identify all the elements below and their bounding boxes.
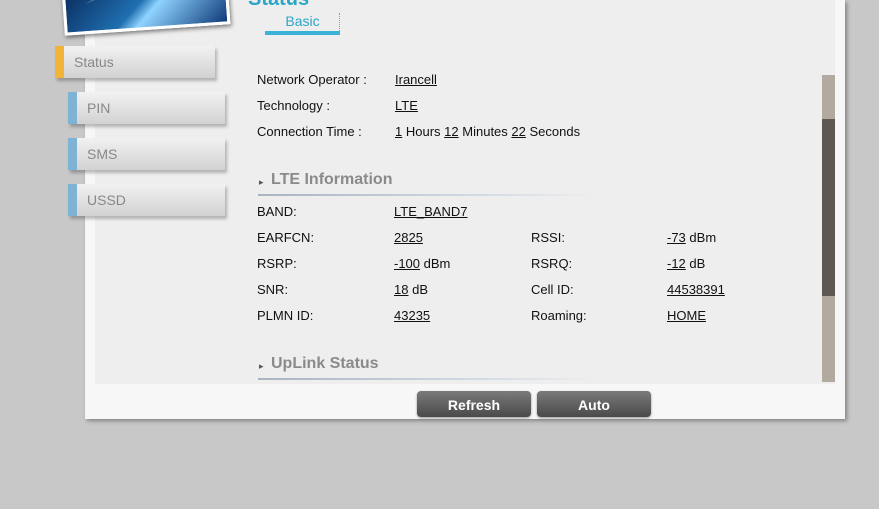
refresh-button[interactable]: Refresh xyxy=(417,391,531,417)
sidebar-item-sms[interactable]: SMS xyxy=(68,138,225,170)
connection-minutes: 12 xyxy=(444,124,459,139)
rsrp-value: -100 dBm xyxy=(394,256,450,271)
connection-hours: 1 xyxy=(395,124,403,139)
rsrp-number: -100 xyxy=(394,256,421,271)
tab-basic[interactable]: Basic xyxy=(265,13,340,33)
seconds-unit: Seconds xyxy=(529,124,581,139)
rsrp-unit: dBm xyxy=(423,256,451,271)
rssi-value: -73 dBm xyxy=(667,230,716,245)
page-title: Status xyxy=(248,0,309,11)
technology-value: LTE xyxy=(395,98,418,113)
section-arrow-icon: ▸ xyxy=(259,177,264,187)
tab-active-indicator xyxy=(265,31,340,35)
connection-seconds: 22 xyxy=(511,124,526,139)
connection-time-value: 1 Hours 12 Minutes 22 Seconds xyxy=(395,124,580,139)
uplink-section-divider xyxy=(258,378,598,380)
network-operator-label: Network Operator : xyxy=(257,72,367,87)
auto-button[interactable]: Auto xyxy=(537,391,651,417)
band-value: LTE_BAND7 xyxy=(394,204,468,219)
roaming-label: Roaming: xyxy=(531,308,587,323)
cell-id-value: 44538391 xyxy=(667,282,725,297)
roaming-value: HOME xyxy=(667,308,706,323)
sidebar-item-pin[interactable]: PIN xyxy=(68,92,225,124)
uplink-section-title: UpLink Status xyxy=(271,355,379,372)
lte-section-title: LTE Information xyxy=(271,171,393,188)
rsrq-unit: dB xyxy=(689,256,706,271)
plmn-id-label: PLMN ID: xyxy=(257,308,314,323)
hours-unit: Hours xyxy=(405,124,441,139)
rssi-number: -73 xyxy=(667,230,686,245)
tab-separator xyxy=(339,13,340,31)
sidebar-item-status[interactable]: Status xyxy=(55,46,215,78)
sidebar-item-ussd[interactable]: USSD xyxy=(68,184,225,216)
band-label: BAND: xyxy=(257,204,297,219)
snr-unit: dB xyxy=(412,282,428,297)
snr-label: SNR: xyxy=(257,282,289,297)
rssi-unit: dBm xyxy=(689,230,717,245)
technology-label: Technology : xyxy=(257,98,330,113)
minutes-unit: Minutes xyxy=(462,124,508,139)
network-operator-value: Irancell xyxy=(395,72,437,87)
earfcn-value: 2825 xyxy=(394,230,423,245)
snr-value: 18 dB xyxy=(394,282,428,297)
lte-section-divider xyxy=(258,194,598,196)
plmn-id-value: 43235 xyxy=(394,308,431,323)
rsrq-label: RSRQ: xyxy=(531,256,573,271)
earfcn-label: EARFCN: xyxy=(257,230,315,245)
connection-time-label: Connection Time : xyxy=(257,124,362,139)
section-arrow-icon: ▸ xyxy=(259,361,264,371)
rssi-label: RSSI: xyxy=(531,230,565,245)
rsrq-number: -12 xyxy=(667,256,686,271)
rsrp-label: RSRP: xyxy=(257,256,297,271)
snr-number: 18 xyxy=(394,282,409,297)
cell-id-label: Cell ID: xyxy=(531,282,574,297)
rsrq-value: -12 dB xyxy=(667,256,705,271)
scrollbar-thumb[interactable] xyxy=(822,119,835,296)
